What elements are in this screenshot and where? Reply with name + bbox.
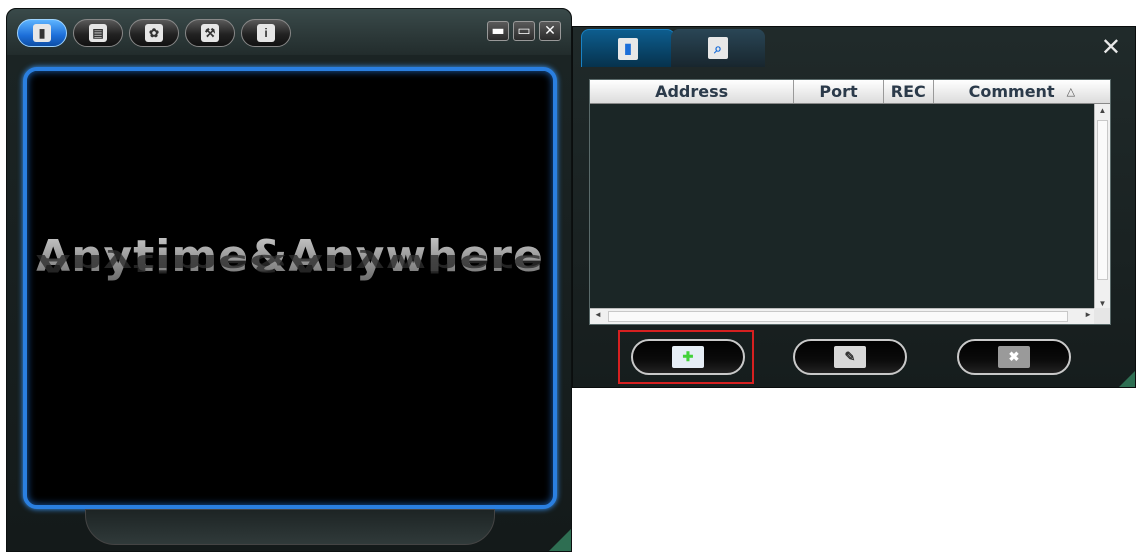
close-button[interactable]: ✕ — [539, 21, 561, 41]
close-icon: ✕ — [1100, 33, 1121, 61]
column-address[interactable]: Address — [590, 80, 795, 103]
column-port-label: Port — [819, 82, 858, 101]
edit-entry-icon: ✎ — [834, 346, 866, 368]
tab-search[interactable]: ⌕ — [671, 29, 765, 67]
viewer-window: ▮ ▤ ✿ ⚒ i ▬ ▭ ✕ Anytime&Anywhere Anytime… — [6, 8, 572, 552]
column-rec-label: REC — [890, 82, 926, 101]
documents-toolbar-button[interactable]: ▤ — [73, 19, 123, 47]
tab-address-book[interactable]: ▮ — [581, 29, 675, 67]
corner-accent — [1119, 371, 1135, 387]
address-book-icon: ▮ — [33, 24, 51, 42]
address-book-window: ▮ ⌕ ✕ Address Port REC Comment △ ▲ ▼ ◄ ►… — [572, 26, 1136, 388]
column-port[interactable]: Port — [794, 80, 884, 103]
sort-arrow-icon: △ — [1066, 85, 1076, 98]
scroll-corner — [1094, 308, 1110, 324]
settings-toolbar-button[interactable]: ✿ — [129, 19, 179, 47]
close-window-button[interactable]: ✕ — [1101, 33, 1121, 61]
info-icon: i — [257, 24, 275, 42]
list-header: Address Port REC Comment △ — [590, 80, 1110, 104]
close-icon: ✕ — [544, 23, 556, 39]
column-rec[interactable]: REC — [884, 80, 934, 103]
vertical-scrollbar[interactable]: ▲ ▼ — [1094, 104, 1110, 310]
horizontal-scroll-thumb[interactable] — [608, 311, 1068, 322]
maximize-button[interactable]: ▭ — [513, 21, 535, 41]
scroll-left-icon[interactable]: ◄ — [594, 310, 602, 319]
search-icon: ⌕ — [708, 37, 728, 59]
delete-entry-button[interactable]: ✖ — [957, 339, 1071, 375]
maximize-icon: ▭ — [517, 23, 531, 39]
settings-icon: ✿ — [145, 24, 163, 42]
corner-accent — [549, 529, 571, 551]
address-book-icon: ▮ — [618, 37, 638, 60]
scroll-down-icon[interactable]: ▼ — [1095, 299, 1110, 308]
address-book-toolbar-button[interactable]: ▮ — [17, 19, 67, 47]
scroll-right-icon[interactable]: ► — [1084, 310, 1092, 319]
live-view-screen[interactable]: Anytime&Anywhere Anytime&Anywhere — [23, 67, 557, 509]
horizontal-scrollbar[interactable]: ◄ ► — [590, 308, 1096, 324]
viewer-titlebar: ▮ ▤ ✿ ⚒ i ▬ ▭ ✕ — [7, 9, 571, 55]
address-list[interactable]: Address Port REC Comment △ ▲ ▼ ◄ ► — [589, 79, 1111, 325]
viewer-bottom-panel — [85, 509, 495, 545]
column-address-label: Address — [655, 82, 729, 101]
documents-icon: ▤ — [89, 24, 107, 42]
edit-entry-button[interactable]: ✎ — [793, 339, 907, 375]
scroll-up-icon[interactable]: ▲ — [1095, 106, 1110, 115]
minimize-icon: ▬ — [491, 23, 505, 39]
vertical-scroll-thumb[interactable] — [1097, 120, 1108, 280]
column-comment[interactable]: Comment △ — [934, 80, 1110, 103]
add-entry-button[interactable]: ✚ — [631, 339, 745, 375]
delete-entry-icon: ✖ — [998, 346, 1030, 368]
minimize-button[interactable]: ▬ — [487, 21, 509, 41]
tools-icon: ⚒ — [201, 24, 219, 42]
tools-toolbar-button[interactable]: ⚒ — [185, 19, 235, 47]
screen-slogan-reflection: Anytime&Anywhere — [36, 248, 544, 277]
add-entry-icon: ✚ — [672, 346, 704, 368]
column-comment-label: Comment — [968, 82, 1055, 101]
info-toolbar-button[interactable]: i — [241, 19, 291, 47]
